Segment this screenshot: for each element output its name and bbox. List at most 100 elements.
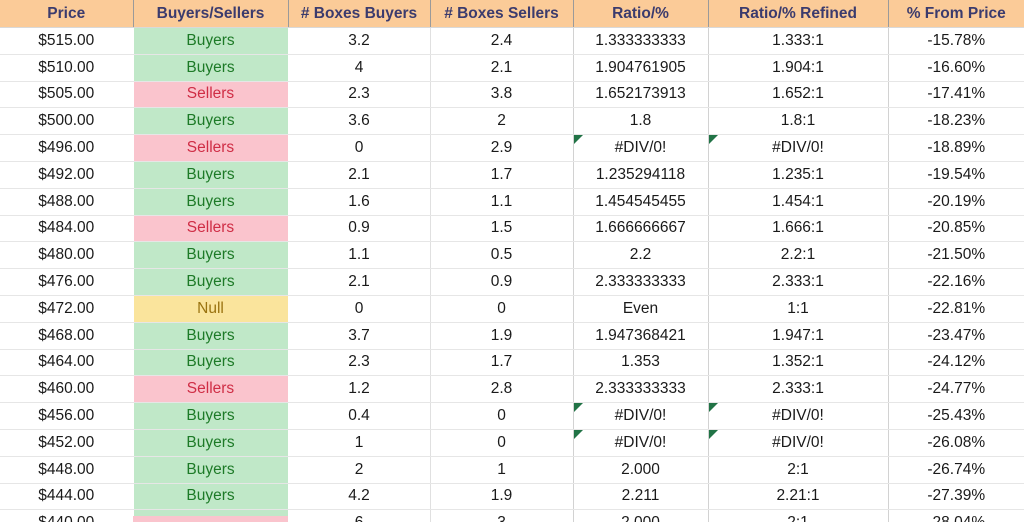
cell-buyers-sellers[interactable]: Buyers (133, 349, 289, 377)
cell-price[interactable]: $444.00 (0, 483, 134, 511)
cell-buyers-sellers[interactable]: Sellers (133, 134, 289, 162)
cell-buyers-sellers[interactable]: Sellers (133, 215, 289, 243)
cell-boxes-sellers[interactable]: 2.4 (430, 27, 574, 55)
cell-price[interactable]: $476.00 (0, 268, 134, 296)
cell-buyers-sellers[interactable]: Sellers (133, 81, 289, 109)
cell-ratio[interactable]: 1.333333333 (573, 27, 709, 55)
cell-boxes-buyers[interactable]: 2.1 (288, 268, 431, 296)
cell-boxes-buyers[interactable]: 1 (288, 429, 431, 457)
cell-boxes-sellers[interactable]: 1 (430, 456, 574, 484)
cell-buyers-sellers[interactable]: Buyers (133, 161, 289, 189)
cell-ratio-refined[interactable]: #DIV/0! (708, 402, 889, 430)
cell-pct-from-price[interactable]: -20.85% (888, 215, 1024, 243)
cell-buyers-sellers[interactable]: Buyers (133, 188, 289, 216)
cell-boxes-buyers[interactable]: 2.1 (288, 161, 431, 189)
cell-pct-from-price[interactable]: -28.04% (888, 509, 1024, 522)
cell-ratio-refined[interactable]: 1.947:1 (708, 322, 889, 350)
cell-ratio-refined[interactable]: 1.235:1 (708, 161, 889, 189)
cell-boxes-sellers[interactable]: 2.1 (430, 54, 574, 82)
cell-pct-from-price[interactable]: -15.78% (888, 27, 1024, 55)
cell-ratio[interactable]: 1.947368421 (573, 322, 709, 350)
cell-ratio[interactable]: 1.904761905 (573, 54, 709, 82)
cell-price[interactable]: $510.00 (0, 54, 134, 82)
cell-boxes-buyers[interactable]: 0.4 (288, 402, 431, 430)
cell-pct-from-price[interactable]: -21.50% (888, 241, 1024, 270)
cell-ratio-refined[interactable]: 1.454:1 (708, 188, 889, 216)
cell-pct-from-price[interactable]: -16.60% (888, 54, 1024, 82)
cell-boxes-buyers[interactable]: 1.6 (288, 188, 431, 216)
column-header-pct-from-price[interactable]: % From Price (888, 0, 1024, 28)
cell-price[interactable]: $464.00 (0, 349, 134, 377)
cell-pct-from-price[interactable]: -26.74% (888, 456, 1024, 484)
cell-price[interactable]: $440.00 (0, 509, 134, 522)
cell-ratio-refined[interactable]: #DIV/0! (708, 134, 889, 162)
cell-price[interactable]: $468.00 (0, 322, 134, 350)
cell-pct-from-price[interactable]: -19.54% (888, 161, 1024, 189)
cell-pct-from-price[interactable]: -18.89% (888, 134, 1024, 162)
cell-boxes-sellers[interactable]: 3 (430, 509, 574, 522)
column-header-price[interactable]: Price (0, 0, 134, 28)
cell-price[interactable]: $484.00 (0, 215, 134, 243)
cell-boxes-buyers[interactable]: 1.2 (288, 375, 431, 404)
cell-ratio-refined[interactable]: 2.2:1 (708, 241, 889, 270)
cell-price[interactable]: $452.00 (0, 429, 134, 457)
cell-ratio-refined[interactable]: 1.666:1 (708, 215, 889, 243)
cell-boxes-sellers[interactable]: 0 (430, 402, 574, 430)
cell-boxes-buyers[interactable]: 6 (288, 509, 431, 522)
cell-boxes-sellers[interactable]: 2.9 (430, 134, 574, 162)
cell-ratio-refined[interactable]: 2.333:1 (708, 268, 889, 296)
cell-price[interactable]: $472.00 (0, 295, 134, 323)
column-header-boxes-buyers[interactable]: # Boxes Buyers (288, 0, 431, 28)
cell-price[interactable]: $492.00 (0, 161, 134, 189)
cell-buyers-sellers[interactable]: Buyers (133, 456, 289, 484)
cell-ratio-refined[interactable]: 1.904:1 (708, 54, 889, 82)
cell-price[interactable]: $480.00 (0, 241, 134, 270)
cell-ratio[interactable]: 2.000 (573, 456, 709, 484)
cell-ratio[interactable]: 2.211 (573, 483, 709, 511)
cell-buyers-sellers[interactable]: Sellers (133, 375, 289, 404)
cell-buyers-sellers[interactable]: Buyers (133, 27, 289, 55)
cell-boxes-sellers[interactable]: 1.9 (430, 483, 574, 511)
cell-buyers-sellers[interactable]: Buyers (133, 483, 289, 511)
cell-boxes-sellers[interactable]: 2 (430, 107, 574, 136)
cell-ratio[interactable]: 1.8 (573, 107, 709, 136)
cell-price[interactable]: $456.00 (0, 402, 134, 430)
cell-ratio[interactable]: #DIV/0! (573, 134, 709, 162)
cell-ratio[interactable]: #DIV/0! (573, 429, 709, 457)
cell-pct-from-price[interactable]: -26.08% (888, 429, 1024, 457)
cell-ratio[interactable]: Even (573, 295, 709, 323)
cell-boxes-sellers[interactable]: 0.9 (430, 268, 574, 296)
cell-ratio-refined[interactable]: 2:1 (708, 509, 889, 522)
cell-buyers-sellers[interactable]: Buyers (133, 268, 289, 296)
cell-pct-from-price[interactable]: -20.19% (888, 188, 1024, 216)
cell-boxes-sellers[interactable]: 1.7 (430, 161, 574, 189)
cell-ratio[interactable]: 1.235294118 (573, 161, 709, 189)
cell-boxes-sellers[interactable]: 1.5 (430, 215, 574, 243)
cell-boxes-sellers[interactable]: 1.7 (430, 349, 574, 377)
cell-buyers-sellers[interactable]: Buyers (133, 241, 289, 270)
column-header-ratio-refined[interactable]: Ratio/% Refined (708, 0, 889, 28)
cell-boxes-buyers[interactable]: 0 (288, 295, 431, 323)
cell-price[interactable]: $505.00 (0, 81, 134, 109)
cell-boxes-sellers[interactable]: 1.1 (430, 188, 574, 216)
cell-boxes-sellers[interactable]: 2.8 (430, 375, 574, 404)
cell-ratio[interactable]: 2.000 (573, 509, 709, 522)
cell-ratio[interactable]: 1.353 (573, 349, 709, 377)
cell-pct-from-price[interactable]: -24.12% (888, 349, 1024, 377)
cell-pct-from-price[interactable]: -25.43% (888, 402, 1024, 430)
cell-boxes-sellers[interactable]: 1.9 (430, 322, 574, 350)
cell-buyers-sellers[interactable]: Buyers (133, 429, 289, 457)
cell-price[interactable]: $496.00 (0, 134, 134, 162)
cell-boxes-sellers[interactable]: 0 (430, 429, 574, 457)
cell-pct-from-price[interactable]: -27.39% (888, 483, 1024, 511)
cell-price[interactable]: $500.00 (0, 107, 134, 136)
cell-ratio[interactable]: 1.454545455 (573, 188, 709, 216)
cell-boxes-buyers[interactable]: 2 (288, 456, 431, 484)
cell-price[interactable]: $515.00 (0, 27, 134, 55)
cell-boxes-buyers[interactable]: 0.9 (288, 215, 431, 243)
cell-pct-from-price[interactable]: -17.41% (888, 81, 1024, 109)
cell-ratio-refined[interactable]: 1.8:1 (708, 107, 889, 136)
cell-pct-from-price[interactable]: -22.16% (888, 268, 1024, 296)
cell-buyers-sellers[interactable]: Buyers (133, 322, 289, 350)
cell-pct-from-price[interactable]: -18.23% (888, 107, 1024, 136)
